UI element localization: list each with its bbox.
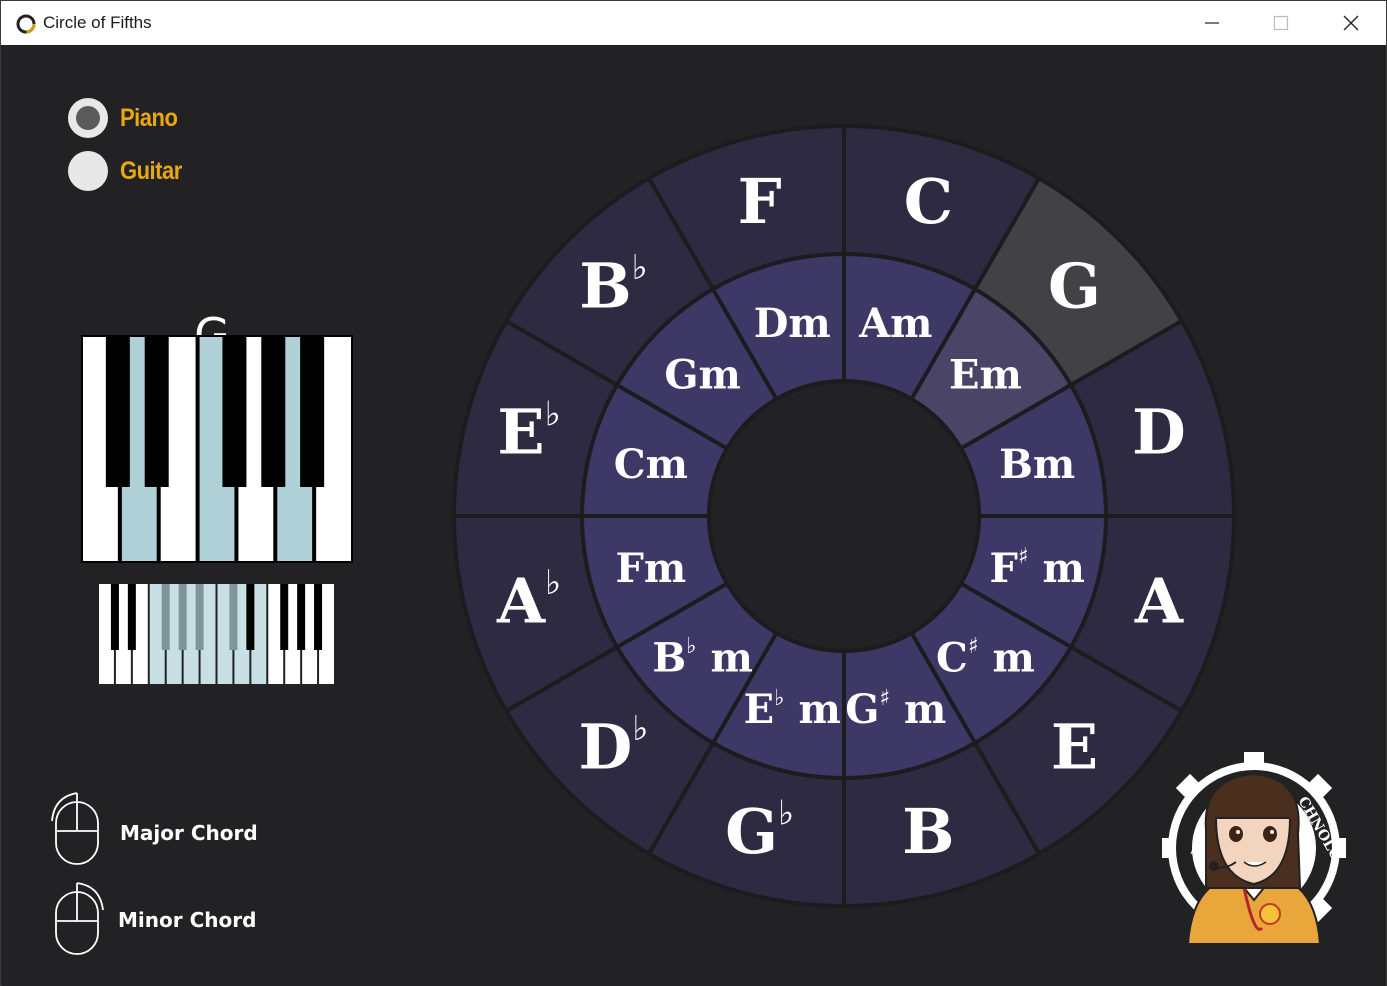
mini-black-key[interactable] xyxy=(246,584,255,650)
minor-chord-label: Minor Chord xyxy=(118,908,257,932)
minimize-button[interactable] xyxy=(1177,1,1247,45)
radio-piano-label[interactable]: Piano xyxy=(120,103,178,133)
minor-key-label-1: Em xyxy=(949,351,1022,398)
major-key-label-3: A xyxy=(1134,564,1184,637)
mini-black-key[interactable] xyxy=(178,584,187,650)
mini-black-key[interactable] xyxy=(110,584,119,650)
mini-black-key[interactable] xyxy=(195,584,204,650)
major-key-label-1: G xyxy=(1048,249,1101,322)
minor-key-label-6: E♭ m xyxy=(744,685,841,732)
maximize-button[interactable] xyxy=(1246,1,1316,45)
mini-piano-keyboard xyxy=(98,584,335,684)
maximize-icon xyxy=(1273,15,1289,31)
black-key[interactable] xyxy=(261,335,286,487)
black-key[interactable] xyxy=(144,335,169,487)
minor-key-label-0: Am xyxy=(858,299,932,346)
mouse-left-click-icon xyxy=(51,792,99,865)
major-key-label-0: C xyxy=(904,165,953,238)
black-key[interactable] xyxy=(300,335,325,487)
circle-center xyxy=(707,379,981,653)
piano-keyboard xyxy=(81,335,353,563)
minor-key-label-11: Dm xyxy=(754,299,831,346)
major-key-label-2: D xyxy=(1132,395,1186,468)
window-title: Circle of Fifths xyxy=(43,13,152,32)
radio-guitar-label[interactable]: Guitar xyxy=(120,156,182,186)
close-icon xyxy=(1343,15,1359,31)
mini-black-key[interactable] xyxy=(280,584,289,650)
radio-piano[interactable]: Piano xyxy=(68,98,178,138)
app-window: Circle of Fifths Piano Guitar G xyxy=(0,0,1387,986)
radio-piano-circle[interactable] xyxy=(68,98,108,138)
app-icon xyxy=(16,14,36,34)
mini-black-key[interactable] xyxy=(229,584,238,650)
major-key-label-4: E xyxy=(1051,710,1098,783)
major-chord-label: Major Chord xyxy=(120,821,258,845)
minor-key-label-9: Cm xyxy=(614,441,688,488)
minor-key-label-10: Gm xyxy=(664,351,741,398)
minor-key-label-8: Fm xyxy=(615,544,686,591)
radio-guitar-circle[interactable] xyxy=(68,151,108,191)
black-key[interactable] xyxy=(105,335,130,487)
minor-key-label-4: C♯ m xyxy=(936,634,1035,681)
minimize-icon xyxy=(1205,22,1219,24)
black-key[interactable] xyxy=(222,335,247,487)
radio-guitar[interactable]: Guitar xyxy=(68,151,182,191)
mini-black-key[interactable] xyxy=(297,584,306,650)
mini-black-key[interactable] xyxy=(314,584,323,650)
major-key-label-5: B xyxy=(902,794,954,867)
main-content: Piano Guitar G Major Chord Minor Ch xyxy=(2,46,1386,986)
minor-key-label-7: B♭ m xyxy=(652,634,752,681)
circle-of-fifths: CGDAEBG♭D♭A♭E♭B♭FAmEmBmF♯ mC♯ mG♯ mE♭ mB… xyxy=(451,123,1237,909)
close-button[interactable] xyxy=(1316,1,1386,45)
mascot-logo: EBU IN CHNOLO xyxy=(1162,752,1346,945)
minor-key-label-3: F♯ m xyxy=(990,544,1085,591)
major-key-label-11: F xyxy=(738,165,782,238)
mouse-right-click-icon xyxy=(55,882,104,955)
mini-black-key[interactable] xyxy=(127,584,136,650)
mini-black-key[interactable] xyxy=(161,584,170,650)
minor-key-label-5: G♯ m xyxy=(845,685,946,732)
title-bar[interactable]: Circle of Fifths xyxy=(1,1,1386,45)
minor-key-label-2: Bm xyxy=(999,441,1075,488)
